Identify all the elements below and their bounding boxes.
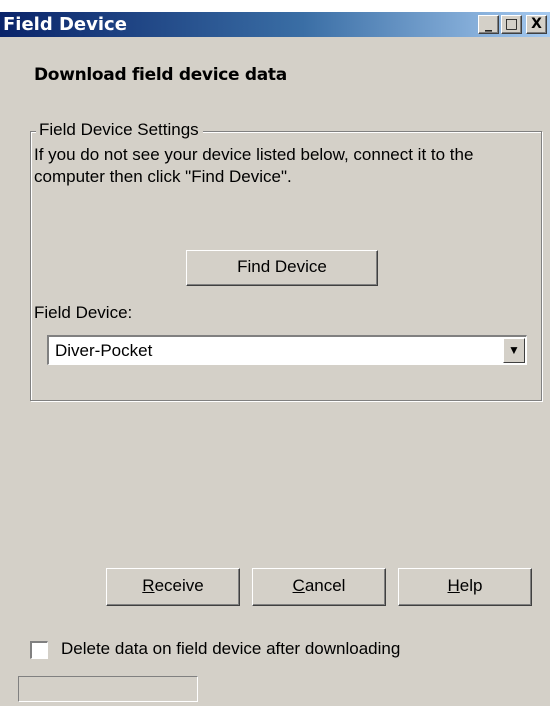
- window-title: Field Device: [3, 14, 127, 35]
- status-bar-panel: [18, 676, 198, 702]
- receive-accel: R: [142, 576, 155, 595]
- chevron-down-icon[interactable]: ▼: [503, 338, 525, 363]
- cancel-accel: C: [292, 576, 305, 595]
- title-bar[interactable]: Field Device _ □ X: [0, 12, 550, 37]
- selected-device-value: Diver-Pocket: [55, 341, 153, 360]
- maximize-button[interactable]: □: [501, 15, 522, 34]
- field-device-window: Field Device _ □ X Download field device…: [0, 12, 550, 706]
- close-button[interactable]: X: [526, 15, 547, 34]
- field-device-select[interactable]: Diver-Pocket ▼: [47, 335, 527, 365]
- group-description: If you do not see your device listed bel…: [34, 145, 474, 186]
- delete-data-checkbox[interactable]: [30, 641, 48, 659]
- help-button[interactable]: Help: [398, 568, 532, 606]
- help-accel: H: [447, 576, 460, 595]
- group-legend: Field Device Settings: [36, 119, 203, 141]
- help-label-rest: elp: [459, 576, 483, 595]
- delete-data-label[interactable]: Delete data on field device after downlo…: [61, 638, 400, 660]
- minimize-button[interactable]: _: [478, 15, 499, 34]
- receive-label-rest: eceive: [154, 576, 204, 595]
- field-device-label: Field Device:: [34, 303, 133, 322]
- cancel-button[interactable]: Cancel: [252, 568, 386, 606]
- receive-button[interactable]: Receive: [106, 568, 240, 606]
- find-device-button[interactable]: Find Device: [186, 250, 378, 286]
- dialog-heading: Download field device data: [34, 65, 287, 85]
- cancel-label-rest: ancel: [304, 576, 346, 595]
